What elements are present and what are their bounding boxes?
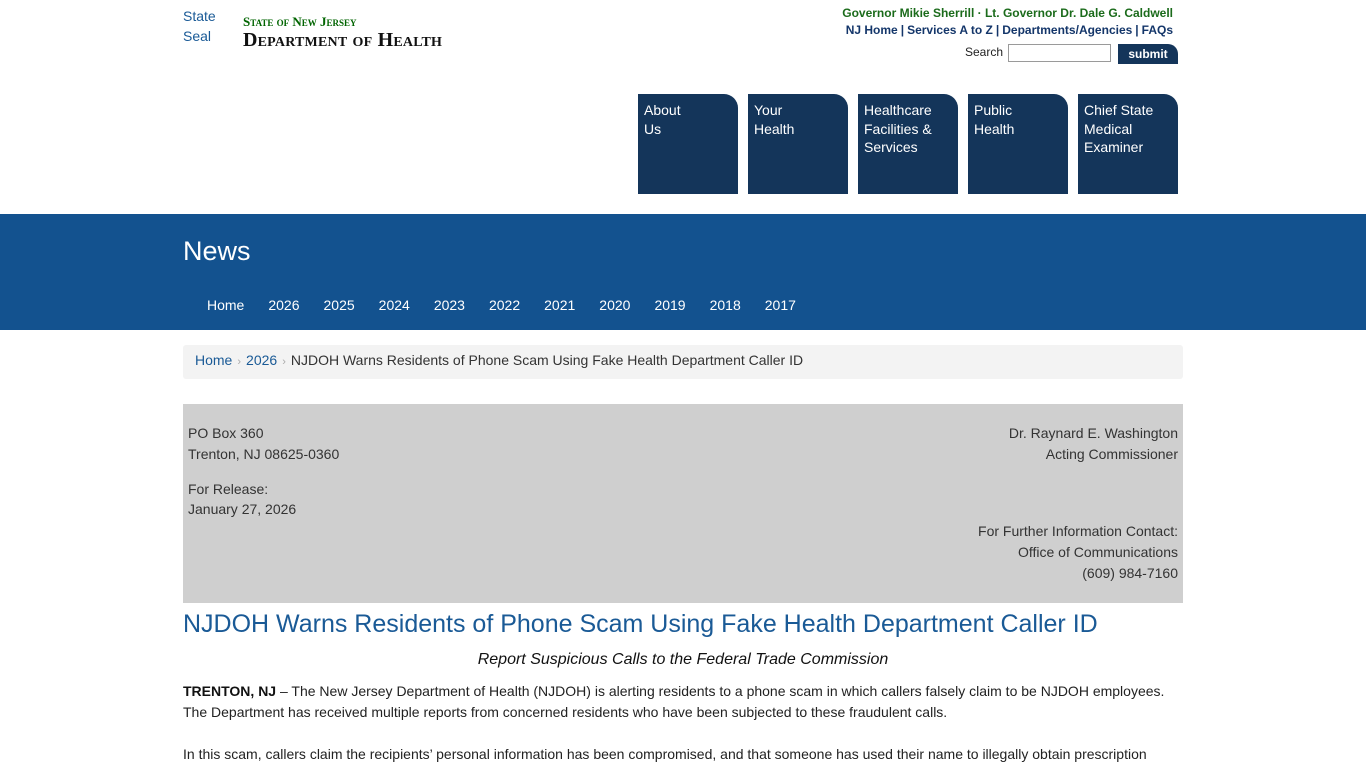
state-name[interactable]: State of New Jersey <box>243 14 357 30</box>
mailing-address: PO Box 360 Trenton, NJ 08625-0360 <box>188 423 339 465</box>
article-headline: NJDOH Warns Residents of Phone Scam Usin… <box>183 610 1098 638</box>
article-paragraph: In this scam, callers claim the recipien… <box>183 744 1183 765</box>
utility-links: NJ Home | Services A to Z | Departments/Agen… <box>846 23 1173 37</box>
nav-tab-healthcare-facilities[interactable]: Healthcare Facilities & Services <box>858 94 958 194</box>
state-seal-image[interactable]: State Seal <box>183 6 237 46</box>
news-title: News <box>183 236 251 266</box>
news-nav-home[interactable]: Home <box>183 296 256 316</box>
paragraph-text: In this scam, callers claim the recipien… <box>183 746 1147 762</box>
breadcrumb-home-link[interactable]: Home <box>195 352 232 368</box>
news-nav-year[interactable]: 2021 <box>532 296 587 316</box>
governor-line[interactable]: Governor Mikie Sherrill · Lt. Governor D… <box>842 6 1173 20</box>
breadcrumb-year-link[interactable]: 2026 <box>246 352 277 368</box>
article-subhead: Report Suspicious Calls to the Federal T… <box>477 651 889 668</box>
news-nav-year[interactable]: 2024 <box>367 296 422 316</box>
release-info-box: PO Box 360 Trenton, NJ 08625-0360 For Re… <box>183 404 1183 603</box>
separator: | <box>900 23 905 37</box>
contact-block: For Further Information Contact: Office … <box>978 521 1178 584</box>
chevron-right-icon: › <box>237 356 242 368</box>
address-line: PO Box 360 <box>188 425 264 441</box>
commissioner-title: Acting Commissioner <box>1045 446 1178 462</box>
news-nav-year[interactable]: 2022 <box>477 296 532 316</box>
release-date: January 27, 2026 <box>188 501 297 517</box>
news-nav-year[interactable]: 2018 <box>698 296 753 316</box>
contact-office: Office of Communications <box>1017 544 1178 560</box>
commissioner-block: Dr. Raynard E. Washington Acting Commiss… <box>1009 423 1178 465</box>
article-paragraph: TRENTON, NJ – The New Jersey Department … <box>183 681 1183 723</box>
nav-tab-public-health[interactable]: Public Health <box>968 94 1068 194</box>
breadcrumb: Home › 2026 › NJDOH Warns Residents of Phone… <box>183 345 1183 379</box>
search-input[interactable] <box>1008 44 1111 62</box>
paragraph-text: – The New Jersey Department of Health (N… <box>276 683 1165 699</box>
nav-tab-about-us[interactable]: About Us <box>638 94 738 194</box>
news-nav-year[interactable]: 2019 <box>642 296 697 316</box>
news-nav-year[interactable]: 2023 <box>422 296 477 316</box>
separator: | <box>1135 23 1139 37</box>
separator: | <box>995 23 1000 37</box>
department-name[interactable]: Department of Health <box>243 29 442 52</box>
search-label: Search <box>965 45 1004 59</box>
nav-tab-your-health[interactable]: Your Health <box>748 94 848 194</box>
chevron-right-icon: › <box>282 356 286 368</box>
contact-label: For Further Information Contact: <box>978 523 1178 539</box>
page: State Seal State of New Jersey Departmen… <box>0 0 1366 768</box>
services-a-to-z-link[interactable]: Services A to Z <box>907 23 993 37</box>
commissioner-name: Dr. Raynard E. Washington <box>1008 425 1178 441</box>
news-year-nav: Home 2026 2025 2024 2023 2022 2021 2020 … <box>183 296 808 316</box>
news-nav-year[interactable]: 2020 <box>587 296 642 316</box>
nav-tab-chief-medical-examiner[interactable]: Chief State Medical Examiner <box>1078 94 1178 194</box>
search-submit-button[interactable]: submit <box>1118 44 1178 64</box>
contact-phone: (609) 984-7160 <box>1082 565 1178 581</box>
news-nav-year[interactable]: 2026 <box>256 296 311 316</box>
news-nav-year[interactable]: 2017 <box>753 296 808 316</box>
nj-home-link[interactable]: NJ Home <box>846 23 898 37</box>
departments-agencies-link[interactable]: Departments/Agencies <box>1002 23 1132 37</box>
address-line: Trenton, NJ 08625-0360 <box>188 446 340 462</box>
breadcrumb-current: NJDOH Warns Residents of Phone Scam Usin… <box>290 352 804 368</box>
release-date-block: For Release: January 27, 2026 <box>188 479 296 519</box>
release-label: For Release: <box>188 481 269 497</box>
paragraph-text: The Department has received multiple rep… <box>183 704 948 720</box>
faqs-link[interactable]: FAQs <box>1142 23 1173 37</box>
news-nav-year[interactable]: 2025 <box>312 296 367 316</box>
article-dateline: TRENTON, NJ <box>183 683 277 699</box>
